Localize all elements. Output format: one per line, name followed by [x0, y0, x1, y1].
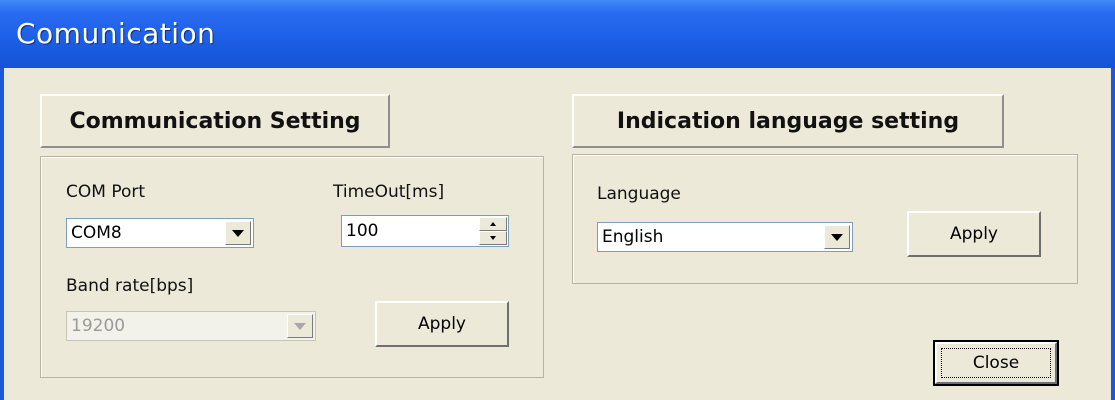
window-title: Comunication	[16, 17, 216, 50]
spin-up-icon	[490, 222, 496, 226]
chevron-down-icon	[232, 229, 244, 237]
com-port-value: COM8	[71, 223, 122, 243]
communication-setting-header: Communication Setting	[40, 94, 390, 148]
com-port-select[interactable]: COM8	[66, 218, 254, 248]
language-setting-header: Indication language setting	[572, 94, 1004, 148]
timeout-spinner[interactable]: 100	[341, 215, 509, 247]
dialog-client-area: Communication Setting COM Port COM8 Time…	[4, 68, 1111, 400]
chevron-down-icon	[831, 233, 843, 241]
language-group: Language English Apply	[572, 154, 1078, 284]
communication-apply-label: Apply	[418, 314, 466, 334]
communication-group: COM Port COM8 TimeOut[ms] 100 Band rate[…	[40, 156, 544, 378]
communication-setting-title: Communication Setting	[69, 108, 361, 134]
language-dropdown-button[interactable]	[824, 225, 850, 249]
language-label: Language	[597, 184, 681, 204]
chevron-down-icon	[294, 322, 306, 330]
language-select[interactable]: English	[597, 222, 853, 252]
title-bar[interactable]: Comunication	[0, 0, 1115, 68]
baud-rate-select[interactable]: 19200	[66, 311, 316, 341]
language-value: English	[602, 227, 664, 247]
spin-down-icon	[490, 236, 496, 240]
timeout-increment-button[interactable]	[479, 217, 507, 231]
language-setting-title: Indication language setting	[616, 108, 960, 134]
baud-rate-value: 19200	[71, 316, 126, 336]
focus-rectangle	[941, 348, 1051, 378]
dialog-window: Comunication Communication Setting COM P…	[0, 0, 1115, 400]
language-apply-button[interactable]: Apply	[907, 211, 1041, 257]
com-port-label: COM Port	[66, 182, 146, 202]
timeout-label: TimeOut[ms]	[333, 182, 445, 202]
baud-rate-label: Band rate[bps]	[66, 276, 194, 296]
baud-rate-dropdown-button[interactable]	[287, 314, 313, 338]
close-button[interactable]: Close	[933, 340, 1059, 386]
language-apply-label: Apply	[950, 224, 998, 244]
communication-apply-button[interactable]: Apply	[375, 301, 509, 347]
timeout-value: 100	[346, 221, 379, 241]
com-port-dropdown-button[interactable]	[225, 221, 251, 245]
timeout-decrement-button[interactable]	[479, 231, 507, 245]
